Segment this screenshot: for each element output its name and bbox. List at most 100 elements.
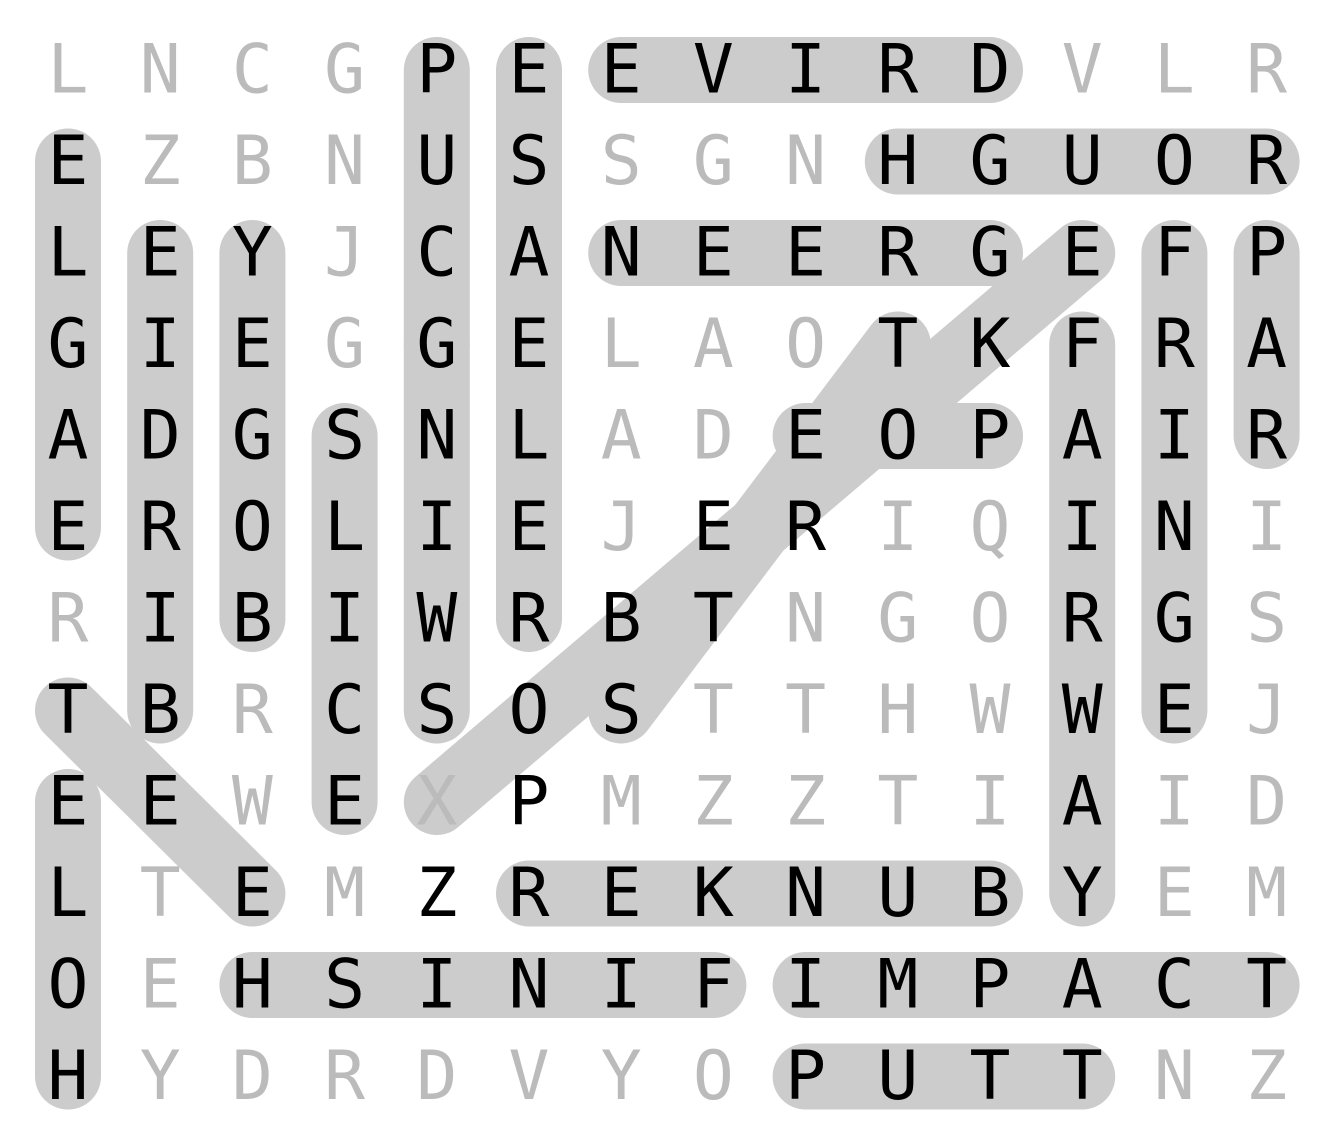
grid-cell[interactable]: G (970, 214, 1011, 293)
grid-cell[interactable]: P (970, 397, 1011, 476)
grid-cell[interactable]: N (509, 946, 550, 1025)
grid-cell[interactable]: L (48, 214, 89, 293)
grid-cell[interactable]: T (1246, 946, 1287, 1025)
grid-cell[interactable]: N (140, 31, 181, 110)
grid-cell[interactable]: W (416, 580, 457, 659)
grid-cell[interactable]: C (232, 31, 273, 110)
grid-cell[interactable]: I (140, 305, 181, 384)
grid-cell[interactable]: K (970, 305, 1011, 384)
grid-cell[interactable]: D (1246, 763, 1287, 842)
grid-cell[interactable]: E (232, 305, 273, 384)
grid-cell[interactable]: L (509, 397, 550, 476)
grid-cell[interactable]: A (1246, 305, 1287, 384)
grid-cell[interactable]: D (970, 31, 1011, 110)
grid-cell[interactable]: F (1154, 214, 1195, 293)
grid-cell[interactable]: B (970, 854, 1011, 933)
grid-cell[interactable]: H (48, 1037, 89, 1116)
grid-cell[interactable]: O (509, 671, 550, 750)
grid-cell[interactable]: G (693, 122, 734, 201)
grid-cell[interactable]: Q (970, 488, 1011, 567)
grid-cell[interactable]: T (1062, 1037, 1103, 1116)
grid-cell[interactable]: D (232, 1037, 273, 1116)
grid-cell[interactable]: L (324, 488, 365, 567)
grid-cell[interactable]: N (785, 580, 826, 659)
grid-cell[interactable]: Y (601, 1037, 642, 1116)
grid-cell[interactable]: T (693, 580, 734, 659)
grid-cell[interactable]: O (232, 488, 273, 567)
grid-cell[interactable]: R (232, 671, 273, 750)
grid-cell[interactable]: T (877, 305, 918, 384)
grid-cell[interactable]: B (232, 122, 273, 201)
grid-cell[interactable]: G (48, 305, 89, 384)
grid-cell[interactable]: J (324, 214, 365, 293)
grid-cell[interactable]: E (509, 305, 550, 384)
grid-cell[interactable]: F (1062, 305, 1103, 384)
grid-cell[interactable]: W (1062, 671, 1103, 750)
grid-cell[interactable]: R (1154, 305, 1195, 384)
grid-cell[interactable]: E (1154, 854, 1195, 933)
grid-cell[interactable]: D (416, 1037, 457, 1116)
grid-cell[interactable]: I (324, 580, 365, 659)
grid-cell[interactable]: R (785, 488, 826, 567)
grid-cell[interactable]: G (877, 580, 918, 659)
grid-cell[interactable]: A (601, 397, 642, 476)
grid-cell[interactable]: K (693, 854, 734, 933)
grid-cell[interactable]: S (601, 671, 642, 750)
grid-cell[interactable]: H (232, 946, 273, 1025)
grid-cell[interactable]: Z (416, 854, 457, 933)
grid-cell[interactable]: N (1154, 1037, 1195, 1116)
grid-cell[interactable]: M (601, 763, 642, 842)
grid-cell[interactable]: N (785, 854, 826, 933)
grid-cell[interactable]: H (877, 671, 918, 750)
grid-cell[interactable]: O (785, 305, 826, 384)
grid-cell[interactable]: E (509, 488, 550, 567)
grid-cell[interactable]: V (693, 31, 734, 110)
grid-cell[interactable]: Y (232, 214, 273, 293)
grid-cell[interactable]: U (877, 1037, 918, 1116)
grid-cell[interactable]: J (1246, 671, 1287, 750)
grid-cell[interactable]: E (509, 31, 550, 110)
grid-cell[interactable]: I (877, 488, 918, 567)
grid-cell[interactable]: B (140, 671, 181, 750)
grid-cell[interactable]: G (324, 31, 365, 110)
grid-cell[interactable]: N (416, 397, 457, 476)
grid-cell[interactable]: G (970, 122, 1011, 201)
grid-cell[interactable]: P (416, 31, 457, 110)
grid-cell[interactable]: E (785, 397, 826, 476)
grid-cell[interactable]: O (1154, 122, 1195, 201)
grid-cell[interactable]: D (693, 397, 734, 476)
grid-cell[interactable]: S (416, 671, 457, 750)
grid-cell[interactable]: U (877, 854, 918, 933)
grid-cell[interactable]: O (693, 1037, 734, 1116)
grid-cell[interactable]: T (140, 854, 181, 933)
grid-cell[interactable]: I (1154, 397, 1195, 476)
grid-cell[interactable]: V (509, 1037, 550, 1116)
grid-cell[interactable]: A (1062, 946, 1103, 1025)
grid-cell[interactable]: R (1062, 580, 1103, 659)
grid-cell[interactable]: G (324, 305, 365, 384)
grid-cell[interactable]: B (232, 580, 273, 659)
grid-cell[interactable]: S (509, 122, 550, 201)
grid-cell[interactable]: E (48, 763, 89, 842)
grid-cell[interactable]: F (693, 946, 734, 1025)
grid-cell[interactable]: M (324, 854, 365, 933)
grid-cell[interactable]: O (970, 580, 1011, 659)
grid-cell[interactable]: A (1062, 763, 1103, 842)
grid-cell[interactable]: R (48, 580, 89, 659)
grid-cell[interactable]: M (877, 946, 918, 1025)
grid-cell[interactable]: L (601, 305, 642, 384)
grid-cell[interactable]: Y (1062, 854, 1103, 933)
grid-cell[interactable]: E (140, 763, 181, 842)
grid-cell[interactable]: E (785, 214, 826, 293)
grid-cell[interactable]: T (877, 763, 918, 842)
grid-cell[interactable]: Z (693, 763, 734, 842)
grid-cell[interactable]: G (416, 305, 457, 384)
grid-cell[interactable]: E (324, 763, 365, 842)
grid-cell[interactable]: E (48, 488, 89, 567)
grid-cell[interactable]: E (140, 946, 181, 1025)
grid-cell[interactable]: N (1154, 488, 1195, 567)
grid-cell[interactable]: C (416, 214, 457, 293)
grid-cell[interactable]: R (1246, 122, 1287, 201)
grid-cell[interactable]: S (324, 397, 365, 476)
grid-cell[interactable]: R (324, 1037, 365, 1116)
